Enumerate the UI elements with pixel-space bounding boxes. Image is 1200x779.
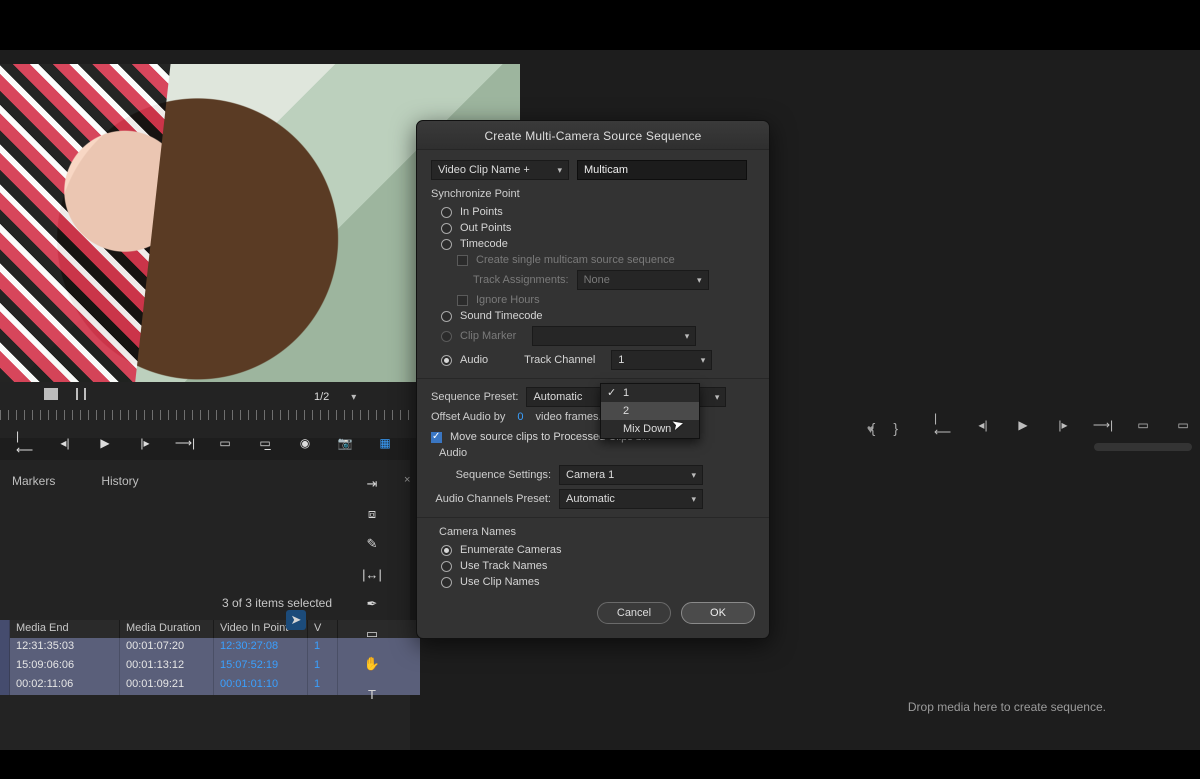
step-back-button[interactable]: ◂| bbox=[56, 436, 74, 450]
radio-clip-marker bbox=[441, 331, 452, 342]
zoom-level-dropdown[interactable]: 1/2 ▾ bbox=[314, 388, 374, 406]
hand-tool-icon[interactable]: ✋ bbox=[362, 654, 382, 674]
track-channel-option-1[interactable]: 1 bbox=[601, 384, 699, 402]
chevron-down-icon: ▾ bbox=[685, 331, 690, 342]
snapshot-button[interactable]: 📷 bbox=[336, 436, 354, 450]
sequence-name-input[interactable] bbox=[577, 160, 747, 180]
type-tool-icon[interactable]: T bbox=[362, 684, 382, 704]
tab-markers[interactable]: Markers bbox=[12, 474, 55, 488]
dialog-title: Create Multi-Camera Source Sequence bbox=[417, 121, 769, 149]
check-create-single bbox=[457, 255, 468, 266]
tab-history[interactable]: History bbox=[101, 474, 138, 488]
slip-tool-icon[interactable]: |↔| bbox=[362, 564, 382, 584]
source-transport: |⟵ ◂| ▶ |▸ ⟶| ▭ ▭̲ ◉ 📷 ▦ bbox=[16, 436, 394, 450]
sequence-settings-dropdown[interactable]: Camera 1▾ bbox=[559, 465, 703, 485]
track-channel-option-2[interactable]: 2 bbox=[601, 402, 699, 420]
zoom-level-value: 1/2 bbox=[314, 391, 329, 403]
prog-go-to-out-button[interactable]: ⟶| bbox=[1094, 418, 1112, 432]
extract-button[interactable]: ▭ bbox=[1174, 418, 1192, 432]
selection-status: 3 of 3 items selected bbox=[222, 596, 332, 610]
table-row[interactable]: 15:09:06:06 00:01:13:12 15:07:52:19 1 bbox=[0, 657, 420, 676]
track-select-tool-icon[interactable]: ⇥ bbox=[362, 474, 382, 494]
export-frame-button[interactable]: ◉ bbox=[296, 436, 314, 450]
panel-close-icon[interactable]: × bbox=[404, 474, 410, 486]
go-to-out-button[interactable]: ⟶| bbox=[176, 436, 194, 450]
insert-button[interactable]: ▭ bbox=[216, 436, 234, 450]
radio-use-track-names[interactable] bbox=[441, 561, 452, 572]
clip-name-mode-dropdown[interactable]: Video Clip Name +▾ bbox=[431, 160, 569, 180]
drop-media-hint: Drop media here to create sequence. bbox=[908, 700, 1106, 714]
col-last[interactable]: V bbox=[308, 620, 338, 638]
cancel-button[interactable]: Cancel bbox=[597, 602, 671, 624]
audio-channels-preset-label: Audio Channels Preset: bbox=[431, 493, 551, 505]
radio-timecode[interactable] bbox=[441, 239, 452, 250]
col-media-end[interactable]: Media End bbox=[10, 620, 120, 638]
chevron-down-icon: ▾ bbox=[351, 392, 356, 403]
track-assign-label: Track Assignments: bbox=[473, 274, 569, 286]
project-table-header: Media End Media Duration Video In Point … bbox=[0, 620, 420, 638]
col-media-duration[interactable]: Media Duration bbox=[120, 620, 214, 638]
prog-play-button[interactable]: ▶ bbox=[1014, 418, 1032, 432]
radio-in-points[interactable] bbox=[441, 207, 452, 218]
radio-out-points[interactable] bbox=[441, 223, 452, 234]
track-channel-label: Track Channel bbox=[524, 354, 595, 366]
step-fwd-button[interactable]: |▸ bbox=[136, 436, 154, 450]
radio-use-clip-names[interactable] bbox=[441, 577, 452, 588]
prog-go-to-in-button[interactable]: |⟵ bbox=[934, 418, 952, 432]
compare-icon[interactable] bbox=[76, 388, 86, 400]
sync-point-label: Synchronize Point bbox=[431, 188, 755, 200]
camera-names-label: Camera Names bbox=[439, 526, 755, 538]
go-to-in-button[interactable]: |⟵ bbox=[16, 436, 34, 450]
chevron-down-icon: ▾ bbox=[691, 470, 696, 481]
chevron-down-icon: ▾ bbox=[691, 494, 696, 505]
radio-enumerate-cameras[interactable] bbox=[441, 545, 452, 556]
pen-tool-icon[interactable]: ✒ bbox=[362, 594, 382, 614]
project-panel: Markers History 3 of 3 items selected Me… bbox=[0, 460, 410, 750]
offset-audio-value[interactable]: 0 bbox=[517, 411, 523, 423]
timeline-toolbox: ➤ ⇥ ⧈ ✎ |↔| ✒ ▭ ✋ T bbox=[360, 474, 384, 704]
ok-button[interactable]: OK bbox=[681, 602, 755, 624]
toggle-multicam-icon[interactable]: ▦ bbox=[376, 436, 394, 450]
razor-tool-icon[interactable]: ✎ bbox=[362, 534, 382, 554]
ripple-tool-icon[interactable]: ⧈ bbox=[362, 504, 382, 524]
lift-button[interactable]: ▭ bbox=[1134, 418, 1152, 432]
chevron-down-icon: ▾ bbox=[697, 275, 702, 286]
table-row[interactable]: 00:02:11:06 00:01:09:21 00:01:01:10 1 bbox=[0, 676, 420, 695]
prog-step-back-button[interactable]: ◂| bbox=[974, 418, 992, 432]
chevron-down-icon: ▾ bbox=[701, 355, 706, 366]
create-multicam-dialog: Create Multi-Camera Source Sequence Vide… bbox=[416, 120, 770, 639]
program-scrollbar[interactable] bbox=[1094, 443, 1192, 451]
audio-channels-preset-dropdown[interactable]: Automatic▾ bbox=[559, 489, 703, 509]
overwrite-button[interactable]: ▭̲ bbox=[256, 436, 274, 450]
table-row[interactable]: 12:31:35:03 00:01:07:20 12:30:27:08 1 bbox=[0, 638, 420, 657]
track-channel-dropdown[interactable]: 1▾ bbox=[611, 350, 712, 370]
radio-sound-timecode[interactable] bbox=[441, 311, 452, 322]
check-ignore-hours bbox=[457, 295, 468, 306]
radio-audio[interactable] bbox=[441, 355, 452, 366]
in-out-braces-icon[interactable]: {} bbox=[871, 420, 916, 436]
audio-section-label: Audio bbox=[439, 447, 755, 459]
play-button[interactable]: ▶ bbox=[96, 436, 114, 450]
rectangle-tool-icon[interactable]: ▭ bbox=[362, 624, 382, 644]
chevron-down-icon: ▾ bbox=[557, 165, 562, 176]
sequence-settings-label: Sequence Settings: bbox=[431, 469, 551, 481]
selection-tool-icon[interactable]: ➤ bbox=[286, 610, 306, 630]
program-transport: |⟵ ◂| ▶ |▸ ⟶| ▭ ▭ bbox=[934, 418, 1192, 432]
track-assignments-dropdown: None▾ bbox=[577, 270, 709, 290]
monitor-settings-icon[interactable] bbox=[44, 388, 58, 400]
prog-step-fwd-button[interactable]: |▸ bbox=[1054, 418, 1072, 432]
sequence-preset-label: Sequence Preset: bbox=[431, 391, 518, 403]
chevron-down-icon: ▾ bbox=[715, 392, 720, 403]
clip-marker-dropdown: ▾ bbox=[532, 326, 696, 346]
check-move-clips[interactable] bbox=[431, 432, 442, 443]
